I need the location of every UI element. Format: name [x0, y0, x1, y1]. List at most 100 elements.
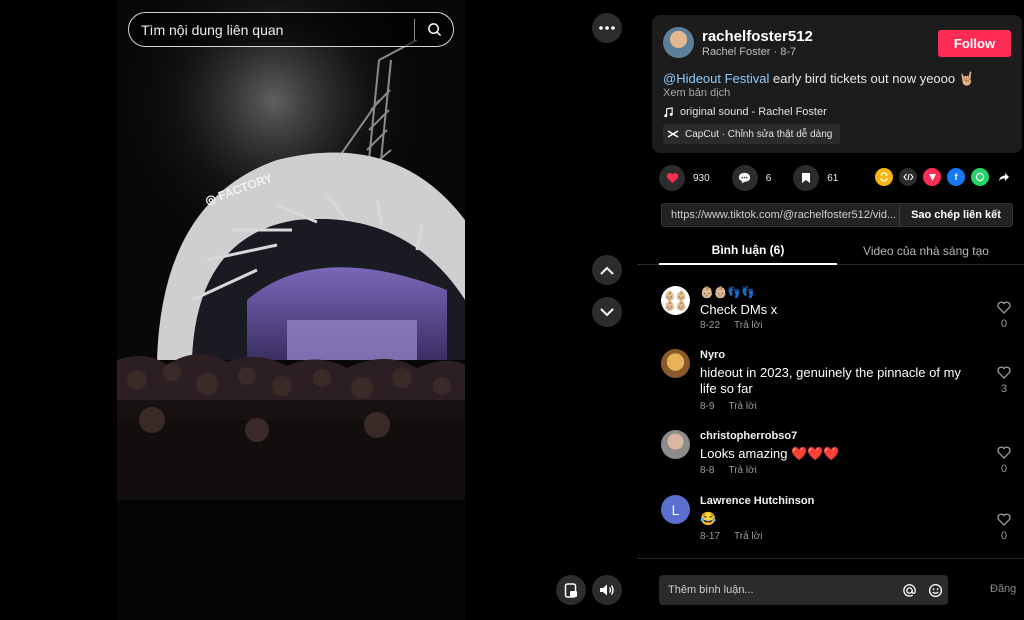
commenter-avatar[interactable]	[661, 430, 690, 459]
heart-outline-icon	[997, 446, 1011, 459]
video-url[interactable]: https://www.tiktok.com/@rachelfoster512/…	[662, 209, 899, 221]
comment-meta: 8-9 Trả lời	[700, 401, 757, 412]
more-icon	[599, 26, 615, 30]
comment-meta: 8-17 Trả lời	[700, 531, 762, 542]
comment-like-button[interactable]	[996, 366, 1012, 384]
details-panel: rachelfoster512 Rachel Foster · 8-7 Foll…	[637, 0, 1024, 620]
comment-like-button[interactable]	[996, 513, 1012, 531]
saves-stat: 61	[793, 165, 838, 191]
sound-name: original sound - Rachel Foster	[680, 106, 827, 118]
heart-outline-icon	[997, 513, 1011, 526]
more-options-button[interactable]	[592, 13, 622, 43]
commenter-avatar[interactable]: L	[661, 495, 690, 524]
commenter-name[interactable]: Nyro	[700, 349, 725, 361]
like-button[interactable]	[659, 165, 685, 191]
reply-button[interactable]: Trả lời	[728, 401, 756, 412]
share-row: f	[875, 168, 1013, 186]
likes-stat: 930	[659, 165, 710, 191]
author-avatar[interactable]	[663, 27, 694, 58]
heart-outline-icon	[997, 301, 1011, 314]
commenter-name[interactable]: 👶🏼👶🏼👣👣	[700, 286, 755, 299]
likes-count: 930	[693, 172, 710, 184]
save-button[interactable]	[793, 165, 820, 191]
mini-player-icon	[564, 582, 577, 598]
comment-text: 😂	[700, 511, 717, 526]
post-info-card: rachelfoster512 Rachel Foster · 8-7 Foll…	[652, 15, 1022, 153]
video-player[interactable]: ◎ FACTORY	[117, 0, 465, 620]
follow-button[interactable]: Follow	[938, 30, 1011, 57]
copy-link-button[interactable]: Sao chép liên kết	[899, 204, 1012, 226]
comment-meta: 8-22 Trả lời	[700, 320, 762, 331]
copy-link-box: https://www.tiktok.com/@rachelfoster512/…	[661, 203, 1013, 227]
repost-icon[interactable]	[875, 168, 893, 186]
tab-creator-videos[interactable]: Video của nhà sáng tạo	[837, 236, 1015, 265]
commenter-name[interactable]: Lawrence Hutchinson	[700, 495, 814, 507]
heart-outline-icon	[997, 366, 1011, 379]
at-sign-icon	[902, 583, 916, 597]
mini-player-button[interactable]	[556, 575, 586, 605]
comment-text: Check DMs x	[700, 302, 778, 317]
commenter-avatar[interactable]: 👶🏼👶🏼 👶🏼👶🏼	[661, 286, 690, 315]
comment-like-count: 0	[1000, 530, 1008, 542]
comment-item: christopherrobso7 Looks amazing ❤️❤️❤️ 8…	[661, 430, 1016, 480]
reply-button[interactable]: Trả lời	[734, 320, 762, 331]
post-comment-button[interactable]: Đăng	[990, 583, 1016, 595]
tiktok-video-page: ◎ FACTORY Tìm nội dung liên quan rachelf…	[0, 0, 1024, 620]
volume-button[interactable]	[592, 575, 622, 605]
capcut-badge[interactable]: CapCut · Chỉnh sửa thật dễ dàng	[663, 124, 841, 144]
comments-count: 6	[765, 172, 772, 184]
facebook-icon[interactable]: f	[947, 168, 965, 186]
search-input[interactable]	[129, 13, 414, 46]
comments-stat: 6	[731, 165, 772, 191]
comment-meta: 8-8 Trả lời	[700, 465, 757, 476]
search-bar	[128, 12, 454, 47]
commenter-name[interactable]: christopherrobso7	[700, 430, 797, 442]
comment-text: Looks amazing ❤️❤️❤️	[700, 446, 840, 461]
previous-video-button[interactable]	[592, 255, 622, 285]
comment-icon	[739, 172, 751, 184]
search-button[interactable]	[415, 13, 453, 46]
tab-comments[interactable]: Bình luận (6)	[659, 236, 837, 265]
search-icon	[427, 23, 441, 37]
chevron-down-icon	[600, 307, 614, 316]
comment-date: 8-9	[700, 401, 715, 412]
comment-like-button[interactable]	[996, 301, 1012, 319]
author-subtitle: Rachel Foster · 8-7	[702, 46, 797, 58]
caption-mention[interactable]: @Hideout Festival	[663, 71, 769, 86]
comment-date: 8-8	[700, 465, 715, 476]
post-caption: @Hideout Festival early bird tickets out…	[663, 71, 975, 87]
reply-button[interactable]: Trả lời	[728, 465, 756, 476]
whatsapp-icon[interactable]	[971, 168, 989, 186]
comment-input[interactable]	[659, 584, 896, 596]
comment-like-button[interactable]	[996, 446, 1012, 464]
mention-button[interactable]	[896, 583, 922, 598]
heart-icon	[666, 173, 678, 184]
comment-like-count: 0	[1000, 463, 1008, 475]
translate-link[interactable]: Xem bản dịch	[663, 87, 730, 99]
chevron-up-icon	[600, 266, 614, 275]
video-area: ◎ FACTORY	[0, 0, 637, 620]
caption-text: early bird tickets out now yeooo 🤘🏼	[769, 71, 975, 86]
volume-icon	[600, 584, 614, 596]
emoji-icon	[928, 583, 942, 597]
comment-date: 8-22	[700, 320, 721, 331]
next-video-button[interactable]	[592, 297, 622, 327]
emoji-button[interactable]	[922, 583, 948, 598]
send-icon[interactable]	[923, 168, 941, 186]
video-frame-image: ◎ FACTORY	[117, 0, 465, 620]
saves-count: 61	[827, 172, 839, 184]
share-arrow-icon[interactable]	[995, 168, 1013, 186]
music-note-icon	[664, 106, 673, 117]
comment-composer: Đăng	[637, 558, 1024, 620]
capcut-label: CapCut · Chỉnh sửa thật dễ dàng	[685, 128, 833, 140]
commenter-avatar[interactable]	[661, 349, 690, 378]
comment-item: L Lawrence Hutchinson 😂 8-17 Trả lời 0	[661, 495, 1016, 545]
embed-icon[interactable]	[899, 168, 917, 186]
add-comment-box	[659, 575, 948, 605]
reply-button[interactable]: Trả lời	[734, 531, 762, 542]
comment-item: Nyro hideout in 2023, genuinely the pinn…	[661, 349, 1016, 415]
comment-button[interactable]	[731, 165, 758, 191]
comment-text: hideout in 2023, genuinely the pinnacle …	[700, 365, 961, 396]
sound-link[interactable]: original sound - Rachel Foster	[663, 106, 827, 118]
author-username[interactable]: rachelfoster512	[702, 28, 813, 45]
